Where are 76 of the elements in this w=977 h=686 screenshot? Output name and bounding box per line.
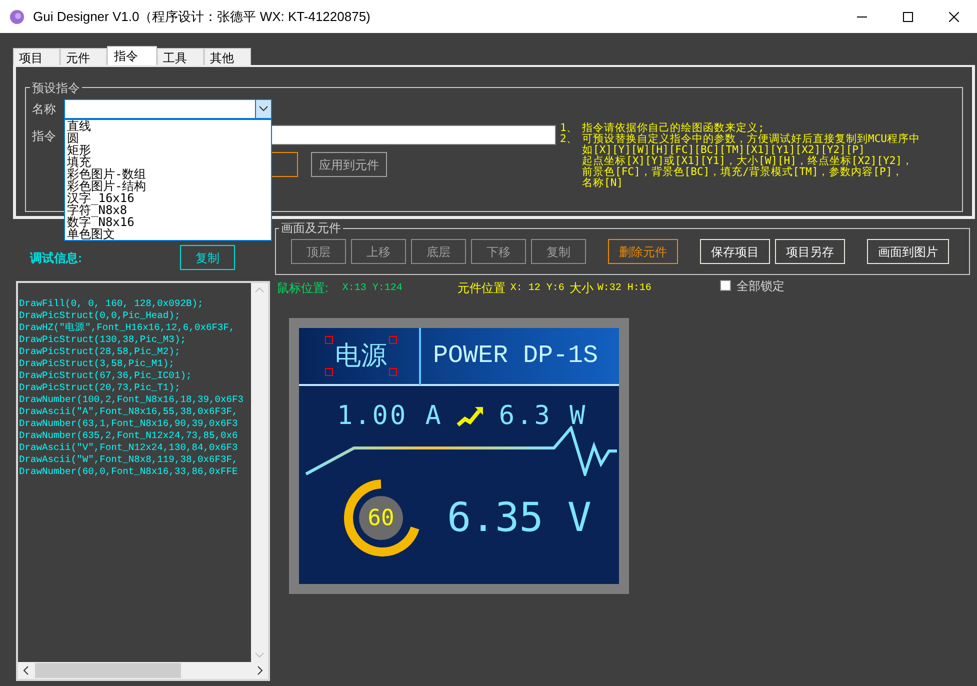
dropdown-option[interactable]: 直线 xyxy=(67,120,271,132)
note-number: 1、 xyxy=(560,123,578,134)
element-position-value: X: 12 Y:6 xyxy=(510,282,564,296)
debug-label: 调试信息: xyxy=(30,250,82,266)
toolbar-button[interactable]: 画面到图片 xyxy=(867,239,949,264)
code-line: DrawPicStruct(130,38,Pic_M3); xyxy=(19,334,187,346)
toolbar-button[interactable]: 保存项目 xyxy=(700,239,770,264)
toolbar-button[interactable]: 项目另存 xyxy=(775,239,845,264)
code-line: DrawHZ("电源",Font_H16x16,12,6,0x6F3F, xyxy=(19,322,236,334)
code-line: DrawNumber(60,0,Font_N8x16,33,86,0xFFE xyxy=(19,466,239,478)
dropdown-option[interactable]: 单色图文 xyxy=(67,228,271,240)
note-text: 前景色[FC]，背景色[BC]，填充/背景模式[TM]，参数内容[P]， xyxy=(582,167,904,178)
lcd-title[interactable]: 电源 xyxy=(325,336,397,376)
mouse-position-value: X:13 Y:124 xyxy=(342,282,402,296)
code-line: DrawPicStruct(67,36,Pic_IC01); xyxy=(19,370,193,382)
toolbar-button[interactable]: 下移 xyxy=(471,239,526,264)
tab[interactable]: 元件 xyxy=(60,48,107,65)
checkbox-label: 全部锁定 xyxy=(736,278,784,294)
code-line: DrawFill(0, 0, 160, 128,0x092B); xyxy=(19,298,204,310)
size-label: 大小 xyxy=(569,280,594,297)
dropdown-option[interactable]: 数字_N8x16 xyxy=(67,216,271,228)
size-value: W:32 H:16 xyxy=(597,282,652,296)
gauge-value: 60 xyxy=(368,504,394,532)
window-title: Gui Designer V1.0（程序设计：张德平 WX: KT-41220875) xyxy=(33,8,370,26)
dropdown-option[interactable]: 彩色图片-结构 xyxy=(67,180,271,192)
scroll-right-icon[interactable] xyxy=(257,666,263,675)
dropdown-option[interactable]: 矩形 xyxy=(67,144,271,156)
element-position-label: 元件位置 xyxy=(457,280,506,297)
field-label: 名称 xyxy=(32,100,57,118)
note-text: 指令请依据你自己的绘图函数来定义; xyxy=(582,123,764,134)
name-combo-box[interactable] xyxy=(64,98,272,118)
horizontal-scrollbar[interactable] xyxy=(18,662,268,679)
code-line: DrawAscii("V",Font_N12x24,130,84,0x6F3 xyxy=(19,442,239,454)
code-line: DrawAscii("A",Font_N8x16,55,38,0x6F3F, xyxy=(19,406,239,418)
note-number: 2、 xyxy=(560,134,578,147)
scrollbar-thumb[interactable] xyxy=(35,663,181,678)
voltage-reading: 6.35 V xyxy=(447,494,592,543)
tab[interactable]: 项目 xyxy=(13,48,60,65)
code-line: DrawNumber(635,2,Font_N12x24,73,85,0x6 xyxy=(19,430,239,442)
current-reading: 1.00 A xyxy=(337,400,443,432)
code-line: DrawPicStruct(3,58,Pic_M1); xyxy=(19,358,176,370)
code-line: DrawAscii("W",Font_N8x8,119,38,0x6F3F, xyxy=(19,454,239,466)
dropdown-option[interactable]: 字符_N8x8 xyxy=(67,204,271,216)
toolbar-button[interactable]: 底层 xyxy=(411,239,466,264)
note-text: 名称[N] xyxy=(582,178,624,189)
dropdown-option[interactable]: 汉字_16x16 xyxy=(67,192,271,204)
scroll-left-icon[interactable] xyxy=(23,666,29,675)
power-reading: 6.3 W xyxy=(498,400,588,432)
tab[interactable]: 指令 xyxy=(107,46,157,65)
toolbar-button[interactable]: 复制 xyxy=(531,239,586,264)
toolbar-button[interactable]: 顶层 xyxy=(291,239,346,264)
group-legend: 画面及元件 xyxy=(279,220,343,236)
note-text: 起点坐标[X][Y]或[X1][Y1]，大小[W][H]，终点坐标[X2][Y2]， xyxy=(582,156,914,167)
field-label: 指令 xyxy=(32,128,57,145)
code-line: DrawNumber(63,1,Font_N8x16,90,39,0x6F3 xyxy=(19,418,239,430)
group-legend: 预设指令 xyxy=(30,79,82,97)
note-text: 如[X][Y][W][H][FC][BC][TM][X1][Y1][X2][Y2][P] xyxy=(582,145,866,156)
tab[interactable]: 工具 xyxy=(157,48,204,65)
code-line: DrawPicStruct(0,0,Pic_Head); xyxy=(19,310,182,322)
app-icon xyxy=(9,8,25,24)
toolbar-button[interactable]: 删除元件 xyxy=(608,239,678,264)
dropdown-option[interactable]: 填充 xyxy=(67,156,271,168)
copy-button[interactable]: 复制 xyxy=(180,245,235,270)
mouse-position-label: 鼠标位置: xyxy=(277,280,328,297)
dropdown-option[interactable]: 圆 xyxy=(67,132,271,144)
toolbar-button[interactable]: 上移 xyxy=(351,239,406,264)
code-line: DrawPicStruct(20,73,Pic_T1); xyxy=(19,382,182,394)
dropdown-chevron-icon[interactable] xyxy=(255,100,271,118)
dropdown-option[interactable]: 彩色图片-数组 xyxy=(67,168,271,180)
apply-button[interactable]: 应用到元件 xyxy=(311,152,387,177)
checkbox[interactable] xyxy=(720,280,732,291)
code-line: DrawNumber(100,2,Font_N8x16,18,39,0x6F3 xyxy=(19,394,245,406)
tab[interactable]: 其他 xyxy=(204,48,251,65)
code-line: DrawPicStruct(28,58,Pic_M2); xyxy=(19,346,182,358)
lcd-subtitle: POWER DP-1S xyxy=(433,340,598,372)
note-text: 可预设替换自定义指令中的参数，方便调试好后直接复制到MCU程序中 xyxy=(582,134,920,145)
